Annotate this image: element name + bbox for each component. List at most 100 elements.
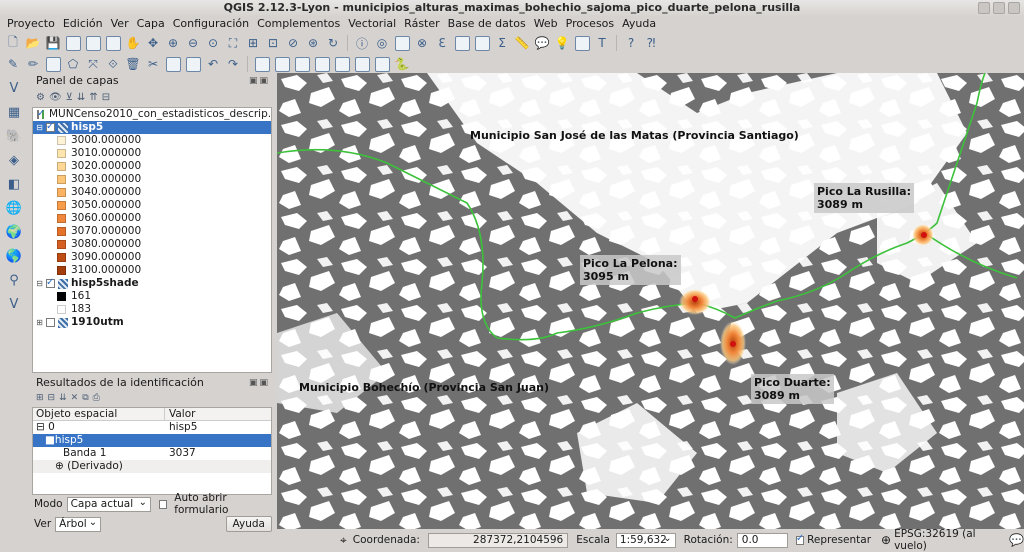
style-icon[interactable]: ⚙ — [36, 92, 45, 103]
layer-visibility-checkbox[interactable] — [46, 277, 55, 289]
close-button[interactable] — [1008, 2, 1020, 14]
scale-select[interactable]: 1:59,632 — [615, 532, 676, 548]
new-shapefile-icon[interactable]: V — [4, 294, 24, 314]
identify-row-selected[interactable]: ■hisp5 — [33, 434, 271, 447]
csw-icon[interactable] — [373, 55, 391, 73]
edit-pencil-icon[interactable]: ✎ — [4, 55, 22, 73]
open-project-icon[interactable]: 📂 — [24, 34, 42, 52]
maximize-button[interactable] — [993, 2, 1005, 14]
toggle-editing-icon[interactable]: ✏ — [24, 55, 42, 73]
layer-visibility-checkbox[interactable] — [46, 121, 55, 133]
identify-row[interactable]: Banda 1 3037 — [33, 447, 271, 460]
deselect-icon[interactable]: ⊗ — [413, 34, 431, 52]
menu-vectorial[interactable]: Vectorial — [345, 16, 401, 32]
add-wfs-layer-icon[interactable]: 🌎 — [4, 246, 24, 266]
attribute-table-icon[interactable] — [453, 34, 471, 52]
move-label-icon[interactable] — [313, 55, 331, 73]
pan-to-selection-icon[interactable]: ✥ — [144, 34, 162, 52]
copy-icon[interactable] — [164, 55, 182, 73]
zoom-native-icon[interactable]: ⊙ — [204, 34, 222, 52]
menu-ver[interactable]: Ver — [108, 16, 134, 32]
layer-row[interactable]: ⊟ hisp5shade — [33, 277, 271, 290]
menu-edicion[interactable]: Edición — [60, 16, 108, 32]
expand-tree-icon[interactable]: ⊞ — [36, 393, 44, 403]
add-feature-icon[interactable]: ⬠ — [64, 55, 82, 73]
zoom-out-icon[interactable]: ⊖ — [184, 34, 202, 52]
menu-raster[interactable]: Ráster — [401, 16, 444, 32]
text-annotation-icon[interactable]: T — [593, 34, 611, 52]
save-project-icon[interactable]: 💾 — [44, 34, 62, 52]
new-print-composer-icon[interactable] — [84, 34, 102, 52]
node-tool-icon[interactable]: ⟐ — [104, 55, 122, 73]
move-feature-icon[interactable]: ⤧ — [84, 55, 102, 73]
mode-select[interactable]: Capa actual — [66, 496, 152, 512]
add-vector-layer-icon[interactable]: V — [4, 78, 24, 98]
refresh-icon[interactable]: ↻ — [324, 34, 342, 52]
menu-ayuda[interactable]: Ayuda — [619, 16, 661, 32]
crs-globe-icon[interactable]: ⊕ — [881, 533, 891, 547]
layer-row-selected[interactable]: ⊟ hisp5 — [33, 121, 271, 134]
expand-all-icon[interactable]: ⇊ — [77, 92, 85, 103]
collapse-icon[interactable]: ⊟ — [35, 277, 44, 290]
menu-base-de-datos[interactable]: Base de datos — [445, 16, 531, 32]
add-postgis-layer-icon[interactable]: 🐘 — [4, 126, 24, 146]
minimize-button[interactable] — [978, 2, 990, 14]
select-icon[interactable]: ◎ — [373, 34, 391, 52]
render-checkbox[interactable] — [795, 533, 804, 545]
col-header-value[interactable]: Valor — [165, 408, 195, 420]
expand-icon[interactable]: ⊞ — [35, 316, 44, 329]
redo-icon[interactable]: ↷ — [224, 55, 242, 73]
identify-icon[interactable]: ⓘ — [353, 34, 371, 52]
zoom-full-icon[interactable]: ⛶ — [224, 34, 242, 52]
menu-web[interactable]: Web — [531, 16, 563, 32]
auto-open-form-checkbox[interactable] — [159, 499, 168, 509]
col-header-feature[interactable]: Objeto espacial — [33, 408, 165, 420]
copy-feature-icon[interactable]: ⧉ — [82, 393, 88, 403]
panel-float-close-icon[interactable]: ▣▣ — [249, 73, 270, 89]
label-tool-icon[interactable] — [253, 55, 271, 73]
add-wms-layer-icon[interactable]: 🌐 — [4, 198, 24, 218]
new-project-icon[interactable]: 🗋 — [4, 34, 22, 52]
identify-row[interactable]: ⊟ 0 hisp5 — [33, 421, 271, 434]
visibility-icon[interactable]: 👁 — [49, 92, 62, 103]
select-rectangle-icon[interactable] — [393, 34, 411, 52]
print-icon[interactable]: ⎙ — [93, 393, 100, 403]
remove-layer-icon[interactable]: ⊟ — [102, 92, 110, 103]
add-raster-layer-icon[interactable]: ▦ — [4, 102, 24, 122]
menu-procesos[interactable]: Procesos — [563, 16, 619, 32]
filter-icon[interactable]: ⊻ — [66, 92, 73, 103]
layer-row[interactable]: MUNCenso2010_con_estadisticos_descrip... — [33, 108, 271, 121]
cut-icon[interactable]: ✂ — [144, 55, 162, 73]
add-wcs-layer-icon[interactable]: 🌍 — [4, 222, 24, 242]
peak-marker[interactable] — [692, 296, 698, 302]
add-spatialite-layer-icon[interactable]: ◈ — [4, 150, 24, 170]
bookmark-icon[interactable] — [573, 34, 591, 52]
collapse-icon[interactable]: ⊟ — [35, 121, 44, 134]
clear-results-icon[interactable]: ✕ — [71, 393, 79, 403]
delete-selected-icon[interactable]: 🗑 — [124, 55, 142, 73]
field-calculator-icon[interactable] — [473, 34, 491, 52]
add-delimited-text-icon[interactable]: ⚲ — [4, 270, 24, 290]
zoom-selection-icon[interactable]: ⊞ — [244, 34, 262, 52]
rotate-label-icon[interactable] — [333, 55, 351, 73]
whats-this-icon[interactable]: ⁈ — [642, 34, 660, 52]
layer-visibility-checkbox[interactable] — [37, 108, 45, 120]
crs-label[interactable]: EPSG:32619 (al vuelo) — [894, 528, 999, 552]
zoom-layer-icon[interactable]: ⊡ — [264, 34, 282, 52]
show-labels-icon[interactable] — [293, 55, 311, 73]
pin-labels-icon[interactable] — [273, 55, 291, 73]
menu-configuracion[interactable]: Configuración — [170, 16, 254, 32]
statistics-icon[interactable]: Σ — [493, 34, 511, 52]
identify-row[interactable]: ⊕ (Derivado) — [33, 460, 271, 473]
menu-complementos[interactable]: Complementos — [254, 16, 345, 32]
coordinate-toggle-icon[interactable]: ⌖ — [340, 533, 347, 548]
collapse-all-icon[interactable]: ⇈ — [89, 92, 97, 103]
paste-icon[interactable] — [184, 55, 202, 73]
pan-icon[interactable]: ✋ — [124, 34, 142, 52]
add-mssql-layer-icon[interactable]: ◧ — [4, 174, 24, 194]
change-label-icon[interactable] — [353, 55, 371, 73]
layer-visibility-checkbox[interactable] — [46, 318, 55, 327]
peak-marker[interactable] — [730, 341, 736, 347]
panel-float-close-icon[interactable]: ▣▣ — [249, 375, 270, 391]
menu-proyecto[interactable]: Proyecto — [4, 16, 60, 32]
